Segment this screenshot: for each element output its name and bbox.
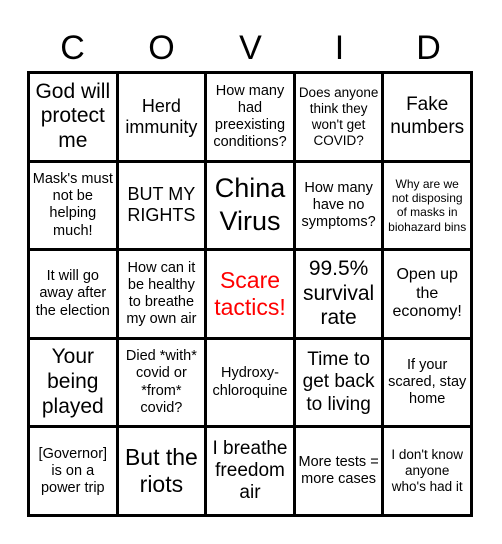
cell-text: I don't know anyone who's had it <box>391 447 463 495</box>
cell-text: How can it be healthy to breathe my own … <box>126 259 197 328</box>
cell-text: Mask's must not be helping much! <box>32 171 113 239</box>
cell-text: China Virus <box>214 172 286 237</box>
cell-text: How many had preexisting conditions? <box>213 82 287 150</box>
cell-text: Why are we not disposing of masks in bio… <box>388 177 467 234</box>
bingo-cell[interactable]: [Governor] is on a power trip <box>30 428 116 514</box>
cell-text: Time to get back to living <box>302 348 375 415</box>
cell-text: If your scared, stay home <box>388 356 467 408</box>
bingo-cell[interactable]: Herd immunity <box>118 74 205 160</box>
cell-text: Hydroxy-chloroquine <box>212 365 288 399</box>
cell-text: God will protect me <box>35 79 111 153</box>
bingo-cell[interactable]: Hydroxy-chloroquine <box>207 339 293 426</box>
cell-text: More tests = more cases <box>298 454 379 488</box>
bingo-cell[interactable]: Your being played <box>30 339 116 426</box>
bingo-cell[interactable]: How can it be healthy to breathe my own … <box>118 251 205 337</box>
bingo-cell[interactable]: It will go away after the election <box>30 251 116 337</box>
bingo-header: COVID <box>28 28 473 68</box>
cell-text: Scare tactics! <box>214 266 286 320</box>
bingo-cell[interactable]: I don't know anyone who's had it <box>384 428 470 514</box>
bingo-cell[interactable]: China Virus <box>207 162 293 249</box>
cell-text: 99.5% survival rate <box>303 256 375 330</box>
header-letter: I <box>334 29 345 67</box>
bingo-grid: God will protect me Herd immunity How many… <box>27 71 473 517</box>
bingo-cell[interactable]: Fake numbers <box>384 74 470 160</box>
cell-text: It will go away after the election <box>35 268 110 319</box>
bingo-cell[interactable]: How many have no symptoms? <box>295 162 382 249</box>
bingo-cell[interactable]: How many had preexisting conditions? <box>207 74 293 160</box>
bingo-cell[interactable]: Open up the economy! <box>384 251 470 337</box>
cell-text: Fake numbers <box>390 94 465 138</box>
header-letter: O <box>148 29 175 67</box>
cell-text: Your being played <box>41 345 104 418</box>
bingo-cell[interactable]: More tests = more cases <box>295 428 382 514</box>
bingo-cell[interactable]: I breathe freedom air <box>207 428 293 514</box>
bingo-cell[interactable]: BUT MY RIGHTS <box>118 162 205 249</box>
bingo-cell[interactable]: Does anyone think they won't get COVID? <box>295 74 382 160</box>
cell-text: But the riots <box>124 444 198 498</box>
bingo-cell[interactable]: Why are we not disposing of masks in bio… <box>384 162 470 249</box>
bingo-cell[interactable]: Scare tactics! <box>207 251 293 337</box>
bingo-cell[interactable]: Mask's must not be helping much! <box>30 162 116 249</box>
bingo-cell[interactable]: Time to get back to living <box>295 339 382 426</box>
header-letter: C <box>60 29 85 67</box>
cell-text: [Governor] is on a power trip <box>38 445 108 496</box>
cell-text: Open up the economy! <box>392 265 462 321</box>
cell-text: Does anyone think they won't get COVID? <box>298 84 379 148</box>
bingo-cell[interactable]: Died *with* covid or *from* covid? <box>118 339 205 426</box>
header-letter: V <box>239 29 262 67</box>
bingo-cell[interactable]: God will protect me <box>30 74 116 160</box>
header-letter: D <box>416 29 441 67</box>
bingo-cell[interactable]: But the riots <box>118 428 205 514</box>
cell-text: BUT MY RIGHTS <box>127 184 196 226</box>
cell-text: Died *with* covid or *from* covid? <box>125 348 197 416</box>
cell-text: Herd immunity <box>125 95 198 137</box>
bingo-cell[interactable]: If your scared, stay home <box>384 339 470 426</box>
cell-text: How many have no symptoms? <box>301 179 376 230</box>
bingo-cell[interactable]: 99.5% survival rate <box>295 251 382 337</box>
cell-text: I breathe freedom air <box>212 437 288 504</box>
